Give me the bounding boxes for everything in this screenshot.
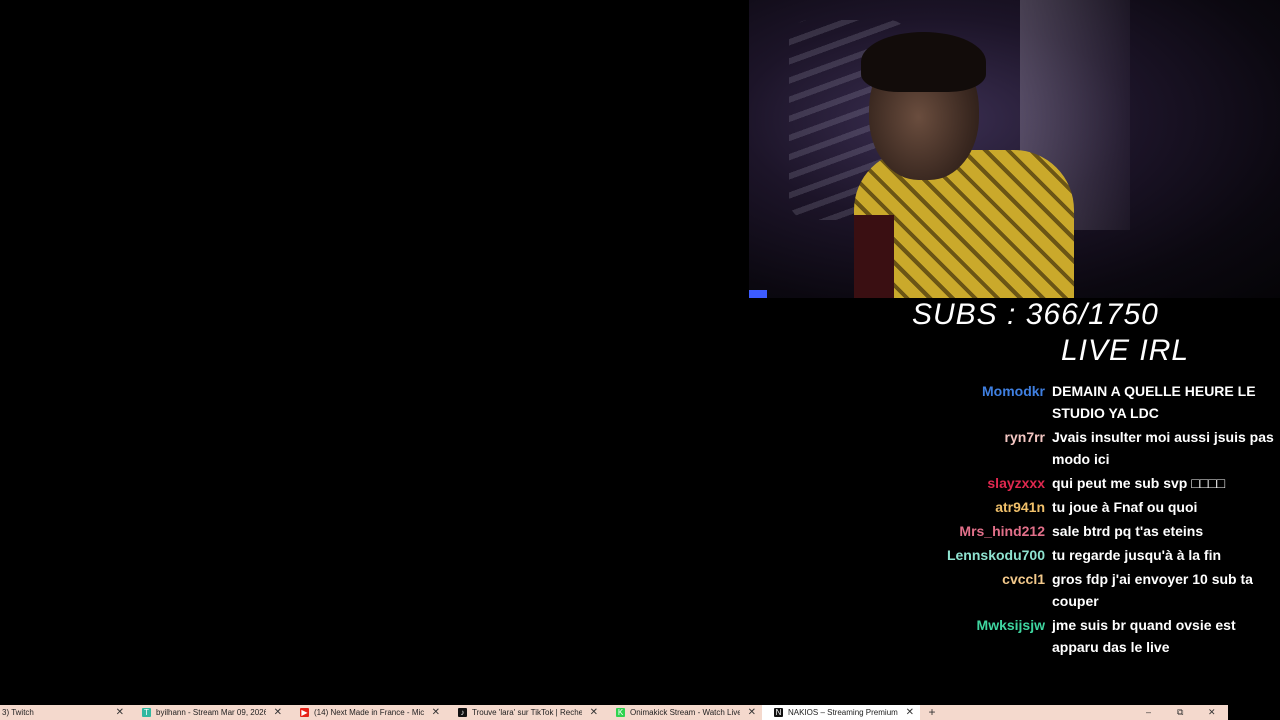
tab-title: Onimakick Stream - Watch Live xyxy=(630,708,740,717)
chat-message: Momodkr DEMAIN A QUELLE HEURE LE STUDIO Y… xyxy=(900,380,1278,424)
chat-username[interactable]: ryn7rr xyxy=(900,426,1052,470)
browser-tab-bar: 3) Twitch ✕ Tbyilhann - Stream Mar 09, 202… xyxy=(0,705,1228,720)
chat-message: atr941n tu joue à Fnaf ou quoi xyxy=(900,496,1278,518)
tab-close-icon[interactable]: ✕ xyxy=(116,705,124,720)
chat-message: Mrs_hind212 sale btrd pq t'as eteins xyxy=(900,520,1278,542)
chat-panel: Momodkr DEMAIN A QUELLE HEURE LE STUDIO Y… xyxy=(900,380,1278,660)
streamer-hair xyxy=(861,32,986,92)
kick-icon: K xyxy=(616,708,625,717)
stream-canvas: SUBS : 366/1750 LIVE IRL Momodkr DEMAIN A… xyxy=(0,0,1280,705)
new-tab-button[interactable]: + xyxy=(920,705,944,720)
chat-message-text: Jvais insulter moi aussi jsuis pas modo … xyxy=(1052,429,1274,467)
tab-close-icon[interactable]: ✕ xyxy=(274,705,282,720)
chat-message-text: gros fdp j'ai envoyer 10 sub ta couper xyxy=(1052,571,1253,609)
tt-icon: T xyxy=(142,708,151,717)
tab-close-icon[interactable]: ✕ xyxy=(906,705,914,720)
chat-message-text: sale btrd pq t'as eteins xyxy=(1052,523,1204,539)
led-glow xyxy=(749,290,767,298)
tab-close-icon[interactable]: ✕ xyxy=(432,705,440,720)
chat-message-text: qui peut me sub svp □□□□ xyxy=(1052,475,1226,491)
tiktok-icon: ♪ xyxy=(458,708,467,717)
restore-button[interactable]: ⧉ xyxy=(1177,705,1183,720)
chat-message: ryn7rr Jvais insulter moi aussi jsuis pas… xyxy=(900,426,1278,470)
chat-message: Lennskodu700 tu regarde jusqu'à à la fin xyxy=(900,544,1278,566)
live-label: LIVE IRL xyxy=(1061,334,1190,367)
tab-title: 3) Twitch xyxy=(2,708,34,717)
youtube-icon: ▶ xyxy=(300,708,309,717)
minimize-button[interactable]: – xyxy=(1146,705,1151,720)
browser-tab[interactable]: N NAKIOS – Streaming Premium ✕ xyxy=(762,705,920,720)
chat-message-text: jme suis br quand ovsie est apparu das l… xyxy=(1052,617,1236,655)
chat-username[interactable]: Lennskodu700 xyxy=(900,544,1052,566)
chat-message: cvccl1 gros fdp j'ai envoyer 10 sub ta co… xyxy=(900,568,1278,612)
chat-username[interactable]: Momodkr xyxy=(900,380,1052,424)
tab-title: byilhann - Stream Mar 09, 2026 xyxy=(156,708,266,717)
tab-title: NAKIOS – Streaming Premium xyxy=(788,708,898,717)
chat-message-text: DEMAIN A QUELLE HEURE LE STUDIO YA LDC xyxy=(1052,383,1256,421)
browser-tab[interactable]: K Onimakick Stream - Watch Live ✕ xyxy=(604,705,762,720)
chat-message: Mwksijsjw jme suis br quand ovsie est app… xyxy=(900,614,1278,658)
chat-username[interactable]: Mwksijsjw xyxy=(900,614,1052,658)
webcam-feed xyxy=(749,0,1280,298)
tab-close-icon[interactable]: ✕ xyxy=(748,705,756,720)
chat-username[interactable]: slayzxxx xyxy=(900,472,1052,494)
browser-tab[interactable]: ▶ (14) Next Made in France - Mich ✕ xyxy=(288,705,446,720)
tabbar-right-area xyxy=(1228,705,1280,720)
chat-username[interactable]: cvccl1 xyxy=(900,568,1052,612)
chat-username[interactable]: Mrs_hind212 xyxy=(900,520,1052,542)
nakios-icon: N xyxy=(774,708,783,717)
browser-tab[interactable]: Tbyilhann - Stream Mar 09, 2026 ✕ xyxy=(130,705,288,720)
chat-username[interactable]: atr941n xyxy=(900,496,1052,518)
chat-message-text: tu joue à Fnaf ou quoi xyxy=(1052,499,1198,515)
chat-message-text: tu regarde jusqu'à à la fin xyxy=(1052,547,1222,563)
tab-title: (14) Next Made in France - Mich xyxy=(314,708,424,717)
browser-tab[interactable]: 3) Twitch ✕ xyxy=(0,705,130,720)
chat-message: slayzxxx qui peut me sub svp □□□□ xyxy=(900,472,1278,494)
tab-title: Trouve 'lara' sur TikTok | Recher xyxy=(472,708,582,717)
browser-tab[interactable]: ♪ Trouve 'lara' sur TikTok | Recher ✕ xyxy=(446,705,604,720)
chair xyxy=(854,215,894,298)
subs-counter: SUBS : 366/1750 xyxy=(912,298,1159,331)
tab-close-icon[interactable]: ✕ xyxy=(590,705,598,720)
close-window-button[interactable]: ✕ xyxy=(1208,705,1216,720)
